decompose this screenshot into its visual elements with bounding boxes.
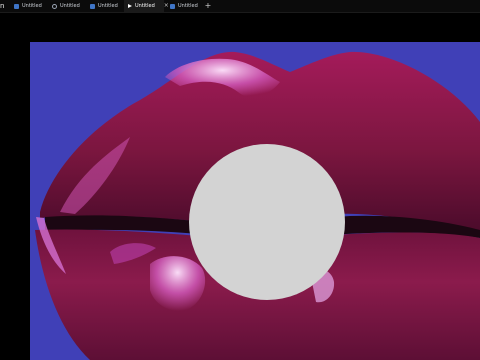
tab-untitled-2[interactable]: Untitled	[48, 0, 84, 12]
app-logo-icon: n	[0, 2, 5, 10]
document-icon	[52, 3, 57, 9]
tab-label: Untitled	[22, 3, 42, 9]
tab-label: Untitled	[60, 3, 80, 9]
gray-circle	[189, 144, 345, 300]
document-icon	[90, 3, 95, 9]
tab-untitled-5[interactable]: Untitled	[166, 0, 202, 12]
tab-label: Untitled	[98, 3, 118, 9]
tab-untitled-1[interactable]: Untitled	[10, 0, 46, 12]
toolbar-area	[0, 13, 480, 41]
lips-illustration	[30, 42, 480, 360]
play-icon	[128, 4, 132, 8]
tab-label: Untitled	[178, 3, 198, 9]
tab-untitled-active[interactable]: Untitled ×	[124, 0, 169, 12]
document-icon	[14, 3, 19, 9]
image-canvas[interactable]	[30, 42, 480, 360]
document-icon	[170, 3, 175, 9]
tab-label: Untitled	[135, 3, 155, 9]
tab-bar: n Untitled Untitled Untitled Untitled × …	[0, 0, 480, 13]
new-tab-button[interactable]: +	[203, 0, 213, 12]
canvas-left-margin	[0, 42, 30, 360]
tab-untitled-3[interactable]: Untitled	[86, 0, 122, 12]
